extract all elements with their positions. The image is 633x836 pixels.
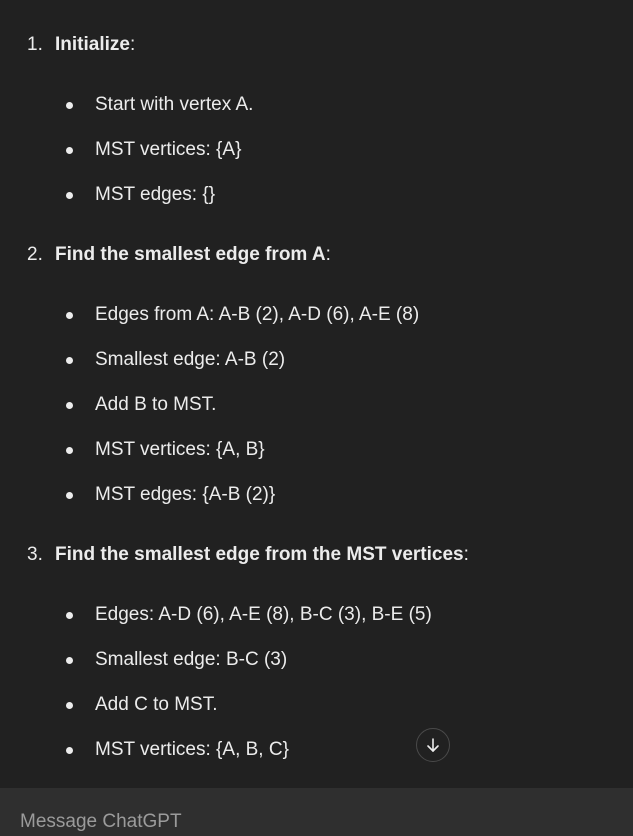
list-item: Add B to MST. — [0, 393, 633, 417]
list-item: MST edges: {A-B (2)} — [0, 483, 633, 507]
step-3-title: Find the smallest edge from the MST vert… — [55, 544, 464, 565]
list-item: MST vertices: {A} — [0, 138, 633, 162]
list-item: Start with vertex A. — [0, 93, 633, 117]
bullet-icon — [66, 447, 73, 454]
bullet-icon — [66, 402, 73, 409]
list-item: Smallest edge: A-B (2) — [0, 348, 633, 372]
step-1-heading: 1. Initialize: — [27, 33, 135, 57]
bullet-icon — [66, 492, 73, 499]
list-item-text: MST edges: {A-B (2)} — [95, 484, 276, 505]
conversation-area: 1. Initialize: Start with vertex A. MST v… — [0, 0, 633, 787]
step-1-number: 1. — [27, 34, 43, 55]
list-item: Smallest edge: B-C (3) — [0, 648, 633, 672]
bullet-icon — [66, 747, 73, 754]
step-2-heading: 2. Find the smallest edge from A: — [27, 243, 331, 267]
list-item: MST vertices: {A, B} — [0, 438, 633, 462]
scroll-to-bottom-button[interactable] — [416, 728, 450, 762]
bullet-icon — [66, 147, 73, 154]
step-1-title: Initialize — [55, 34, 130, 55]
list-item-text: Smallest edge: B-C (3) — [95, 649, 288, 670]
step-3-heading: 3. Find the smallest edge from the MST ve… — [27, 543, 469, 567]
bullet-icon — [66, 612, 73, 619]
list-item-text: Smallest edge: A-B (2) — [95, 349, 286, 370]
list-item-text: Add B to MST. — [95, 394, 217, 415]
step-2-colon: : — [325, 244, 331, 265]
bullet-icon — [66, 357, 73, 364]
list-item-text: MST vertices: {A} — [95, 139, 242, 160]
message-input[interactable] — [20, 810, 610, 834]
list-item: MST vertices: {A, B, C} — [0, 738, 633, 762]
list-item-text: MST vertices: {A, B, C} — [95, 739, 289, 760]
list-item-text: Edges from A: A-B (2), A-D (6), A-E (8) — [95, 304, 420, 325]
list-item-text: Start with vertex A. — [95, 94, 254, 115]
step-2-title: Find the smallest edge from A — [55, 244, 326, 265]
message-composer — [0, 788, 633, 836]
list-item-text: Edges: A-D (6), A-E (8), B-C (3), B-E (5… — [95, 604, 432, 625]
list-item-text: MST vertices: {A, B} — [95, 439, 265, 460]
step-3-colon: : — [463, 544, 469, 565]
step-3-number: 3. — [27, 544, 43, 565]
list-item: Edges from A: A-B (2), A-D (6), A-E (8) — [0, 303, 633, 327]
bullet-icon — [66, 657, 73, 664]
list-item-text: MST edges: {} — [95, 184, 216, 205]
bullet-icon — [66, 192, 73, 199]
step-1-colon: : — [129, 34, 136, 55]
list-item-text: Add C to MST. — [95, 694, 218, 715]
list-item: Add C to MST. — [0, 693, 633, 717]
bullet-icon — [66, 702, 73, 709]
bullet-icon — [66, 312, 73, 319]
arrow-down-icon — [427, 738, 439, 752]
list-item: Edges: A-D (6), A-E (8), B-C (3), B-E (5… — [0, 603, 633, 627]
step-2-number: 2. — [27, 244, 43, 265]
bullet-icon — [66, 102, 73, 109]
list-item: MST edges: {} — [0, 183, 633, 207]
